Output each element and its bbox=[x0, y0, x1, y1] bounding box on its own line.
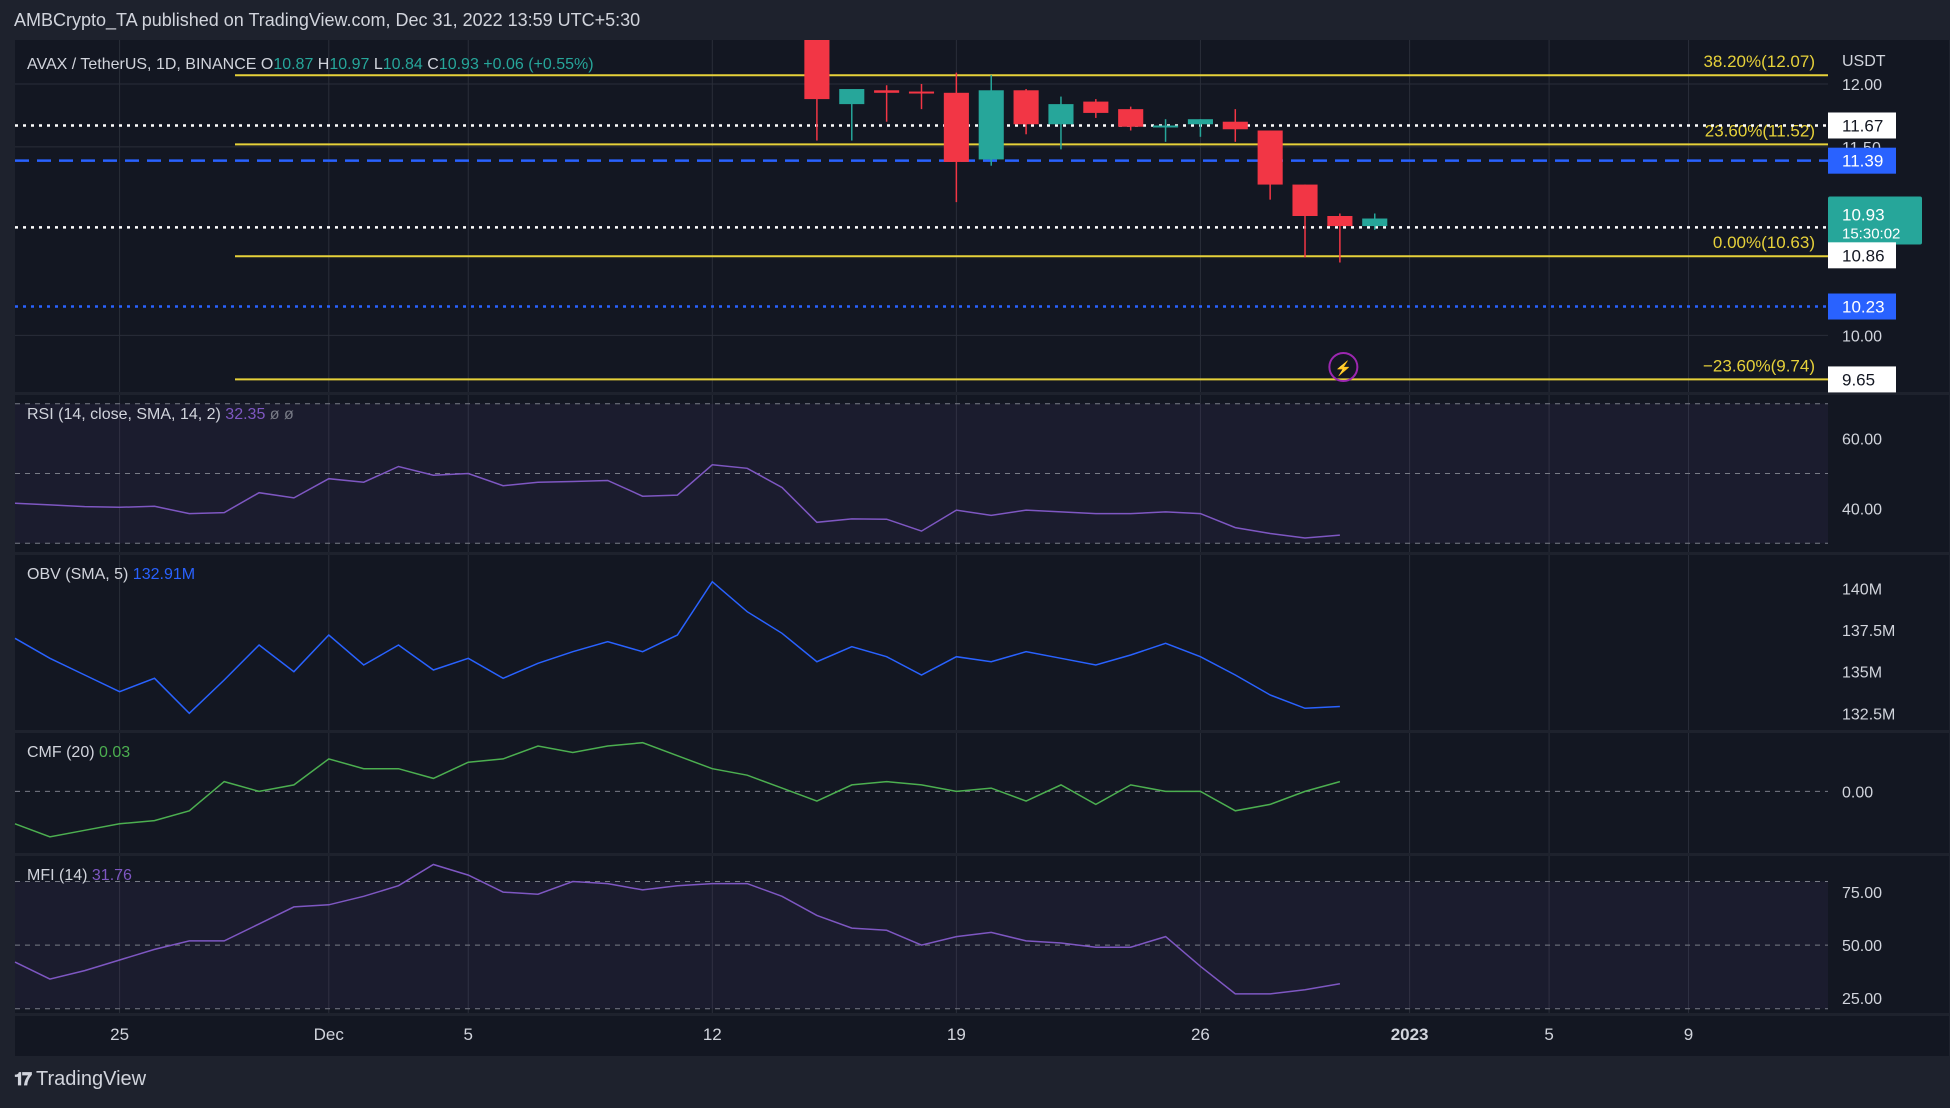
candle-body bbox=[1083, 101, 1109, 113]
candle-body bbox=[1327, 216, 1353, 227]
indicator-title: MFI (14) 31.76 bbox=[27, 867, 132, 884]
indicator-value: 0.03 bbox=[99, 744, 130, 761]
publisher-header: AMBCrypto_TA published on TradingView.co… bbox=[0, 0, 1950, 40]
indicator-name: MFI (14) bbox=[27, 867, 92, 884]
indicator-tick-label: 137.5M bbox=[1842, 623, 1895, 640]
footer-brand[interactable]: 𝟏𝟕 TradingView bbox=[14, 1068, 146, 1091]
indicator-title: RSI (14, close, SMA, 14, 2) 32.35 ø ø bbox=[27, 406, 294, 423]
indicator-name: OBV (SMA, 5) bbox=[27, 566, 133, 583]
candle-body bbox=[943, 92, 969, 162]
price-unit-label: USDT bbox=[1842, 53, 1886, 70]
legend-low-label: L bbox=[374, 56, 383, 73]
candle-body bbox=[1048, 104, 1074, 125]
tradingview-logo-icon: 𝟏𝟕 bbox=[14, 1069, 32, 1089]
candle-body bbox=[839, 89, 865, 105]
time-axis-label: 5 bbox=[464, 1025, 473, 1044]
candle-body bbox=[1118, 109, 1144, 127]
candle-body bbox=[1187, 119, 1213, 125]
indicator-tick-label: 25.00 bbox=[1842, 991, 1882, 1008]
price-tick-label: 12.00 bbox=[1842, 77, 1882, 94]
legend-change: +0.06 (+0.55%) bbox=[483, 56, 593, 73]
legend-low: 10.84 bbox=[383, 56, 427, 73]
legend-close: 10.93 bbox=[439, 56, 483, 73]
candle-body bbox=[1257, 130, 1283, 185]
legend-open-label: O bbox=[261, 56, 273, 73]
indicator-tick-label: 140M bbox=[1842, 581, 1882, 598]
indicator-extra: ø ø bbox=[270, 406, 294, 423]
time-axis-label: 25 bbox=[110, 1025, 129, 1044]
pane-bg-3 bbox=[15, 733, 1828, 853]
indicator-tick-label: 40.00 bbox=[1842, 501, 1882, 518]
legend-symbol: AVAX / TetherUS, 1D, BINANCE bbox=[27, 56, 261, 73]
candle-body bbox=[908, 91, 935, 94]
chart-canvas[interactable]: 12.0011.5010.00USDT38.20%(12.07)23.60%(1… bbox=[0, 40, 1950, 1060]
indicator-tick-label: 60.00 bbox=[1842, 432, 1882, 449]
indicator-pane-0: RSI (14, close, SMA, 14, 2) 32.35 ø ø bbox=[14, 403, 1828, 544]
indicator-tick-label: 75.00 bbox=[1842, 885, 1882, 902]
price-tag-white-upper: 11.67 bbox=[1842, 116, 1883, 135]
candle-body bbox=[1292, 184, 1318, 216]
indicator-tick-label: 50.00 bbox=[1842, 938, 1882, 955]
indicator-title: CMF (20) 0.03 bbox=[27, 744, 130, 761]
time-axis-label: 2023 bbox=[1391, 1025, 1429, 1044]
pane-bg-2 bbox=[15, 555, 1828, 730]
price-tag-blue-upper: 11.39 bbox=[1842, 152, 1883, 171]
publisher-text: AMBCrypto_TA published on TradingView.co… bbox=[14, 9, 641, 30]
time-axis-bg bbox=[15, 1016, 1949, 1056]
indicator-tick-label: 0.00 bbox=[1842, 784, 1873, 801]
footer-brand-text: TradingView bbox=[36, 1068, 147, 1090]
time-axis-label: 9 bbox=[1684, 1025, 1693, 1044]
indicator-value: 31.76 bbox=[92, 867, 132, 884]
candle-body bbox=[1153, 125, 1179, 128]
legend-open: 10.87 bbox=[273, 56, 317, 73]
indicator-name: CMF (20) bbox=[27, 744, 99, 761]
axis-bg-4 bbox=[1828, 856, 1949, 1013]
price-tag-blue-lower: 10.23 bbox=[1842, 298, 1885, 317]
candle-body bbox=[1362, 218, 1388, 227]
time-axis-label: 12 bbox=[703, 1025, 722, 1044]
candle-body bbox=[804, 40, 830, 100]
time-axis-label: Dec bbox=[314, 1025, 345, 1044]
candle-body bbox=[978, 90, 1004, 160]
fib-level-label: 0.00%(10.63) bbox=[1713, 233, 1815, 252]
price-tag-current: 10.93 bbox=[1842, 206, 1885, 225]
time-axis-label: 5 bbox=[1544, 1025, 1553, 1044]
axis-bg-1 bbox=[1828, 395, 1949, 552]
time-axis-label: 26 bbox=[1191, 1025, 1210, 1044]
indicator-pane-3: MFI (14) 31.76 bbox=[14, 863, 1828, 1010]
time-axis-label: 19 bbox=[947, 1025, 966, 1044]
price-tag-fib-low: 9.65 bbox=[1842, 370, 1875, 389]
indicator-value: 32.35 bbox=[225, 406, 269, 423]
price-tag-countdown: 15:30:02 bbox=[1842, 226, 1900, 243]
candle-body bbox=[1013, 90, 1039, 125]
indicator-title: OBV (SMA, 5) 132.91M bbox=[27, 566, 195, 583]
fib-level-label: 38.20%(12.07) bbox=[1703, 52, 1815, 71]
fib-level-label: 23.60%(11.52) bbox=[1705, 121, 1815, 140]
price-tick-label: 10.00 bbox=[1842, 328, 1882, 345]
indicator-name: RSI (14, close, SMA, 14, 2) bbox=[27, 406, 225, 423]
candle-body bbox=[874, 90, 900, 93]
fib-level-label: −23.60%(9.74) bbox=[1703, 356, 1815, 375]
candle-body bbox=[1222, 121, 1248, 130]
legend-close-label: C bbox=[427, 56, 439, 73]
price-tag-white-lower: 10.86 bbox=[1842, 246, 1885, 265]
symbol-legend: AVAX / TetherUS, 1D, BINANCE O10.87 H10.… bbox=[27, 56, 594, 73]
indicator-tick-label: 135M bbox=[1842, 665, 1882, 682]
legend-high-label: H bbox=[318, 56, 330, 73]
indicator-tick-label: 132.5M bbox=[1842, 706, 1895, 723]
lightning-icon: ⚡ bbox=[1335, 360, 1352, 377]
legend-high: 10.97 bbox=[329, 56, 373, 73]
indicator-value: 132.91M bbox=[133, 566, 195, 583]
